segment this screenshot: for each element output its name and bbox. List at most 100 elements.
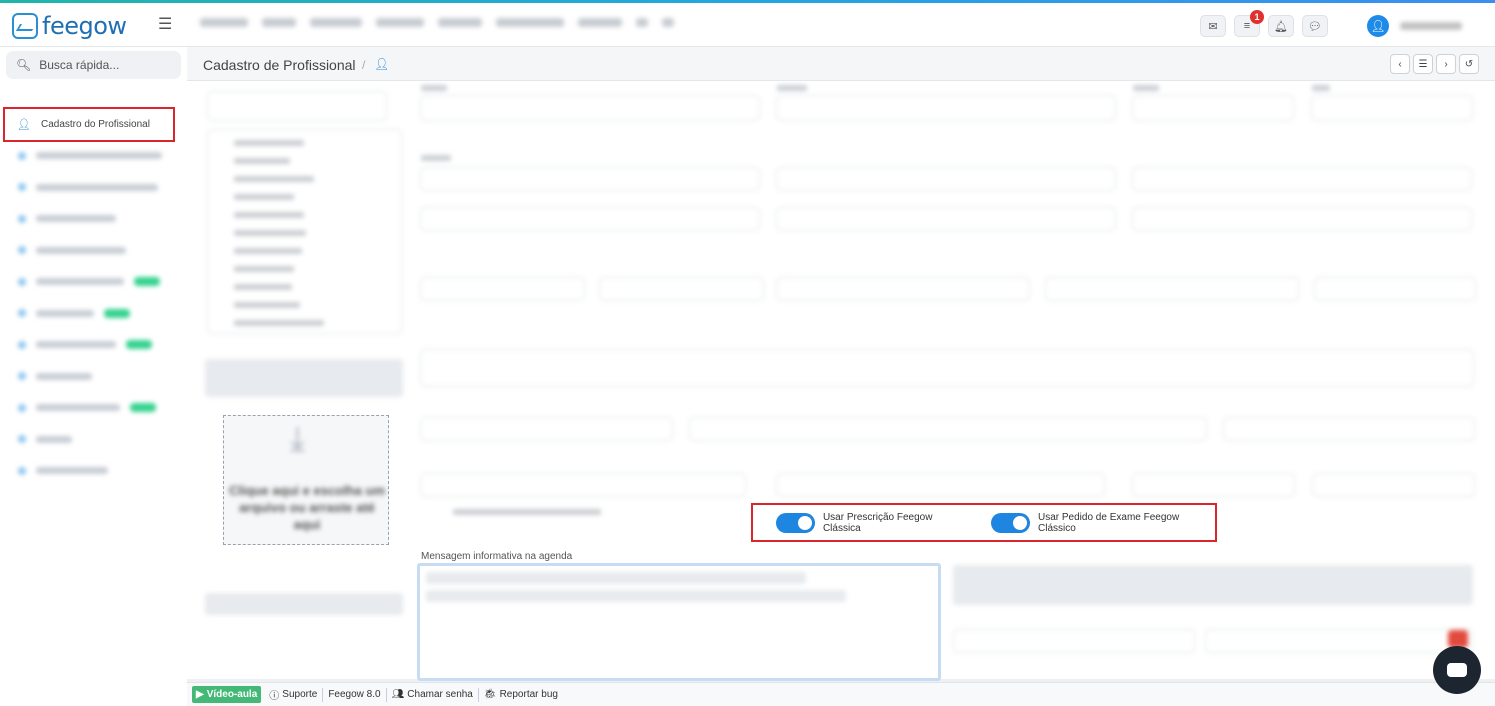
- sidebar-item[interactable]: [0, 329, 187, 361]
- sidebar-item-icon: [18, 309, 26, 318]
- quick-search[interactable]: 🔍︎ Busca rápida...: [6, 51, 181, 79]
- feegow-logo[interactable]: feegow: [12, 12, 127, 40]
- sidebar-item-label: [36, 467, 108, 475]
- top-menu-icon[interactable]: [662, 18, 674, 27]
- sidebar-item-icon: [18, 151, 26, 160]
- sidebar-item-icon: [18, 372, 26, 381]
- user-name[interactable]: [1400, 22, 1462, 30]
- video-aula-button[interactable]: ▶ Vídeo-aula: [192, 686, 262, 703]
- sidebar-item-label: [36, 435, 72, 443]
- download-icon: ⤓: [290, 420, 306, 458]
- user-icon: 👤︎: [374, 57, 390, 71]
- page-title: Cadastro de Profissional: [203, 57, 356, 73]
- sidebar-item[interactable]: [0, 361, 187, 393]
- call-label: Chamar senha: [407, 689, 473, 700]
- sidebar-item[interactable]: [0, 298, 187, 330]
- feegow-classic-toggles: Usar Prescrição Feegow Clássica Usar Ped…: [751, 503, 1217, 542]
- help-icon: ⓘ: [269, 691, 280, 702]
- top-menu-item[interactable]: [496, 18, 564, 27]
- breadcrumb-separator: /: [362, 58, 366, 72]
- chat-bubble-icon: [1447, 663, 1467, 677]
- new-badge: [104, 308, 130, 318]
- search-icon: 🔍︎: [16, 58, 32, 72]
- top-menu-icon[interactable]: [636, 18, 648, 27]
- nav-icon-group: ✉ ≡ 1 🔔︎ 💬︎: [1200, 10, 1328, 37]
- sidebar-item-icon: [18, 466, 26, 475]
- new-badge: [130, 403, 156, 413]
- page-header: Cadastro de Profissional / 👤︎ ‹ ☰ › ↺: [187, 47, 1495, 81]
- version-label: Feegow 8.0: [323, 687, 387, 702]
- previous-record-button[interactable]: ‹: [1390, 54, 1410, 74]
- sidebar-item-icon: [18, 403, 26, 412]
- top-menu-item[interactable]: [310, 18, 362, 27]
- prescricao-classica-toggle[interactable]: Usar Prescrição Feegow Clássica: [776, 512, 969, 534]
- sidebar-item-label: [36, 341, 116, 349]
- new-badge: [126, 340, 152, 350]
- sidebar-item[interactable]: [0, 203, 187, 235]
- rich-text-editor[interactable]: [417, 563, 941, 681]
- top-navbar: feegow ☰ ✉ ≡ 1 🔔︎ 💬︎ 👤︎: [0, 3, 1495, 47]
- sidebar-item-label: [36, 372, 92, 380]
- top-menu-item[interactable]: [376, 18, 424, 27]
- call-password-link[interactable]: 👥︎ Chamar senha: [387, 687, 479, 702]
- chat-widget-button[interactable]: [1433, 646, 1481, 694]
- exame-label: Usar Pedido de Exame Feegow Clássico: [1038, 511, 1180, 534]
- next-record-button[interactable]: ›: [1436, 54, 1456, 74]
- sidebar-item-label: [36, 183, 158, 191]
- top-menu-item[interactable]: [200, 18, 248, 27]
- sidebar-item-icon: [18, 435, 26, 444]
- sidebar-item[interactable]: [0, 172, 187, 204]
- sidebar-item[interactable]: [0, 140, 187, 172]
- signature-upload-dropzone[interactable]: ⤓ Clique aqui e escolha um arquivo ou ar…: [223, 415, 389, 545]
- chat-icon[interactable]: 💬︎: [1302, 15, 1328, 37]
- search-placeholder: Busca rápida...: [39, 58, 120, 72]
- sidebar: 🔍︎ Busca rápida... 👤︎ Cadastro do Profis…: [0, 47, 187, 706]
- video-icon: ▶: [196, 689, 204, 700]
- sidebar-item-label: [36, 246, 126, 254]
- sidebar-item-icon: [18, 214, 26, 223]
- sidebar-item-icon: [18, 277, 26, 286]
- sidebar-item[interactable]: [0, 392, 187, 424]
- prescricao-switch[interactable]: [776, 512, 815, 533]
- logo-text: feegow: [42, 12, 127, 40]
- sidebar-item-label: [36, 215, 116, 223]
- sidebar-item-label: [36, 309, 94, 317]
- feegow-logo-icon: [12, 13, 38, 39]
- bug-label: Reportar bug: [499, 689, 558, 700]
- notification-badge: 1: [1250, 10, 1264, 24]
- user-avatar[interactable]: 👤︎: [1367, 15, 1389, 37]
- version-text: Feegow 8.0: [328, 689, 381, 700]
- support-label: Suporte: [282, 689, 318, 700]
- editor-toolbar: [426, 572, 846, 604]
- bell-icon[interactable]: 🔔︎: [1268, 15, 1294, 37]
- sidebar-item[interactable]: [0, 266, 187, 298]
- prescricao-label: Usar Prescrição Feegow Clássica: [822, 511, 933, 534]
- top-menu-item[interactable]: [262, 18, 296, 27]
- hamburger-menu-icon[interactable]: ☰: [158, 14, 172, 34]
- record-pager: ‹ ☰ › ↺: [1390, 54, 1479, 74]
- sidebar-item-icon: [18, 246, 26, 255]
- top-menu-item[interactable]: [578, 18, 622, 27]
- new-badge: [134, 277, 160, 287]
- task-list-icon[interactable]: ≡ 1: [1234, 10, 1264, 37]
- history-icon[interactable]: ↺: [1459, 54, 1479, 74]
- sidebar-item-label: [36, 152, 162, 160]
- sidebar-item-cadastro-profissional[interactable]: 👤︎ Cadastro do Profissional: [3, 107, 175, 142]
- top-menu: [200, 18, 674, 27]
- sidebar-item-label: [36, 278, 124, 286]
- exame-switch[interactable]: [991, 512, 1030, 533]
- sidebar-item-label: [36, 404, 120, 412]
- support-link[interactable]: ⓘ Suporte: [264, 687, 324, 702]
- report-bug-link[interactable]: 🐞︎ Reportar bug: [479, 688, 563, 702]
- inbox-icon[interactable]: ✉: [1200, 15, 1226, 37]
- sidebar-item-icon: [18, 183, 26, 192]
- bug-icon: 🐞︎: [483, 689, 497, 700]
- sidebar-item[interactable]: [0, 455, 187, 487]
- top-menu-item[interactable]: [438, 18, 482, 27]
- list-view-button[interactable]: ☰: [1413, 54, 1433, 74]
- exame-classico-toggle[interactable]: Usar Pedido de Exame Feegow Clássico: [991, 512, 1215, 534]
- sidebar-item[interactable]: [0, 235, 187, 267]
- sidebar-menu: 👤︎ Cadastro do Profissional: [0, 107, 187, 487]
- sidebar-item[interactable]: [0, 424, 187, 456]
- video-label: Vídeo-aula: [206, 689, 258, 700]
